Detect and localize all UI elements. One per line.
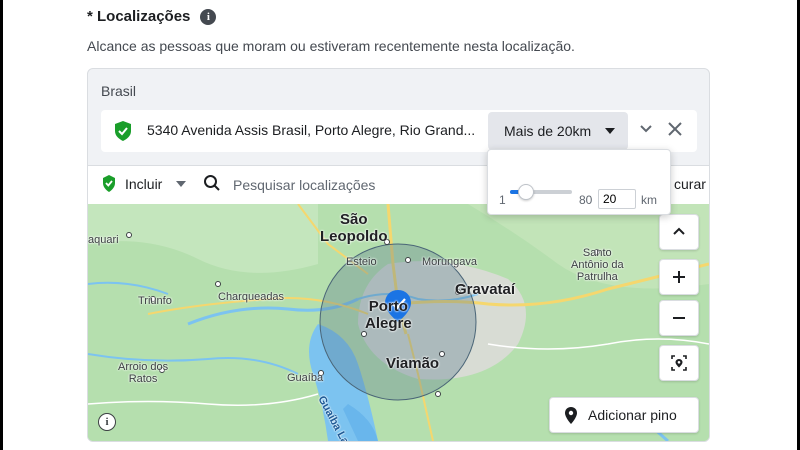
radius-unit: km [641,193,657,207]
include-dropdown-label[interactable]: Incluir [125,176,162,192]
recenter-button[interactable] [659,345,699,381]
zoom-out-button[interactable] [659,300,699,336]
left-frame-border [0,0,3,450]
radius-value-input[interactable] [598,189,636,209]
country-label: Brasil [101,83,137,99]
locations-description: Alcance as pessoas que moram ou estivera… [87,38,575,54]
radius-slider-thumb[interactable] [517,184,534,200]
map-label: Guaíba [287,372,324,384]
radius-max: 80 [579,193,593,207]
locations-card: Brasil 5340 Avenida Assis Brasil, Porto … [87,68,710,442]
radius-dropdown-button[interactable]: Mais de 20km [488,112,628,150]
radius-label: Mais de 20km [504,123,592,139]
add-pin-label: Adicionar pino [588,407,677,423]
radius-popover: 1 80 km [487,149,671,215]
map-label: Charqueadas [218,291,285,303]
location-address: 5340 Avenida Assis Brasil, Porto Alegre,… [147,122,476,138]
minus-icon [673,317,685,319]
collapse-map-button[interactable] [659,214,699,250]
map-label: Triunfo [138,295,172,307]
locations-title: * Localizações [87,8,191,25]
location-pin-check-icon [115,121,131,141]
chevron-down-icon[interactable] [639,122,653,136]
map-pin-icon [565,406,577,424]
info-icon[interactable]: i [200,8,217,25]
locate-pin-icon [671,355,687,371]
search-icon [204,175,220,191]
search-trailing-text: curar [674,176,706,192]
location-map[interactable]: aquari São Leopoldo Esteio Morungava Gra… [88,204,709,441]
plus-icon [673,271,685,283]
close-icon[interactable] [668,122,682,136]
radius-min: 1 [499,193,506,207]
caret-down-icon [605,128,616,134]
map-label: Santo Antônio da Patrulha [571,247,624,283]
map-label-viamao: Viamão [386,355,440,372]
map-label: Morungava [422,256,478,268]
map-label-porto-alegre: Porto Alegre [365,298,412,332]
map-label: Arroio dos Ratos [118,361,169,385]
include-pin-icon [103,175,115,192]
map-label-sao-leopoldo: São Leopoldo [320,211,388,245]
selected-location-row: 5340 Avenida Assis Brasil, Porto Alegre,… [101,110,697,152]
map-label: Esteio [346,256,377,268]
locations-heading: * Localizações i [87,8,217,25]
map-info-icon[interactable]: i [98,413,116,431]
chevron-up-icon [673,227,685,235]
add-pin-button[interactable]: Adicionar pino [549,397,699,433]
zoom-in-button[interactable] [659,259,699,295]
map-label-gravatai: Gravataí [455,281,516,298]
map-label: aquari [88,234,119,246]
caret-down-icon[interactable] [176,181,186,187]
